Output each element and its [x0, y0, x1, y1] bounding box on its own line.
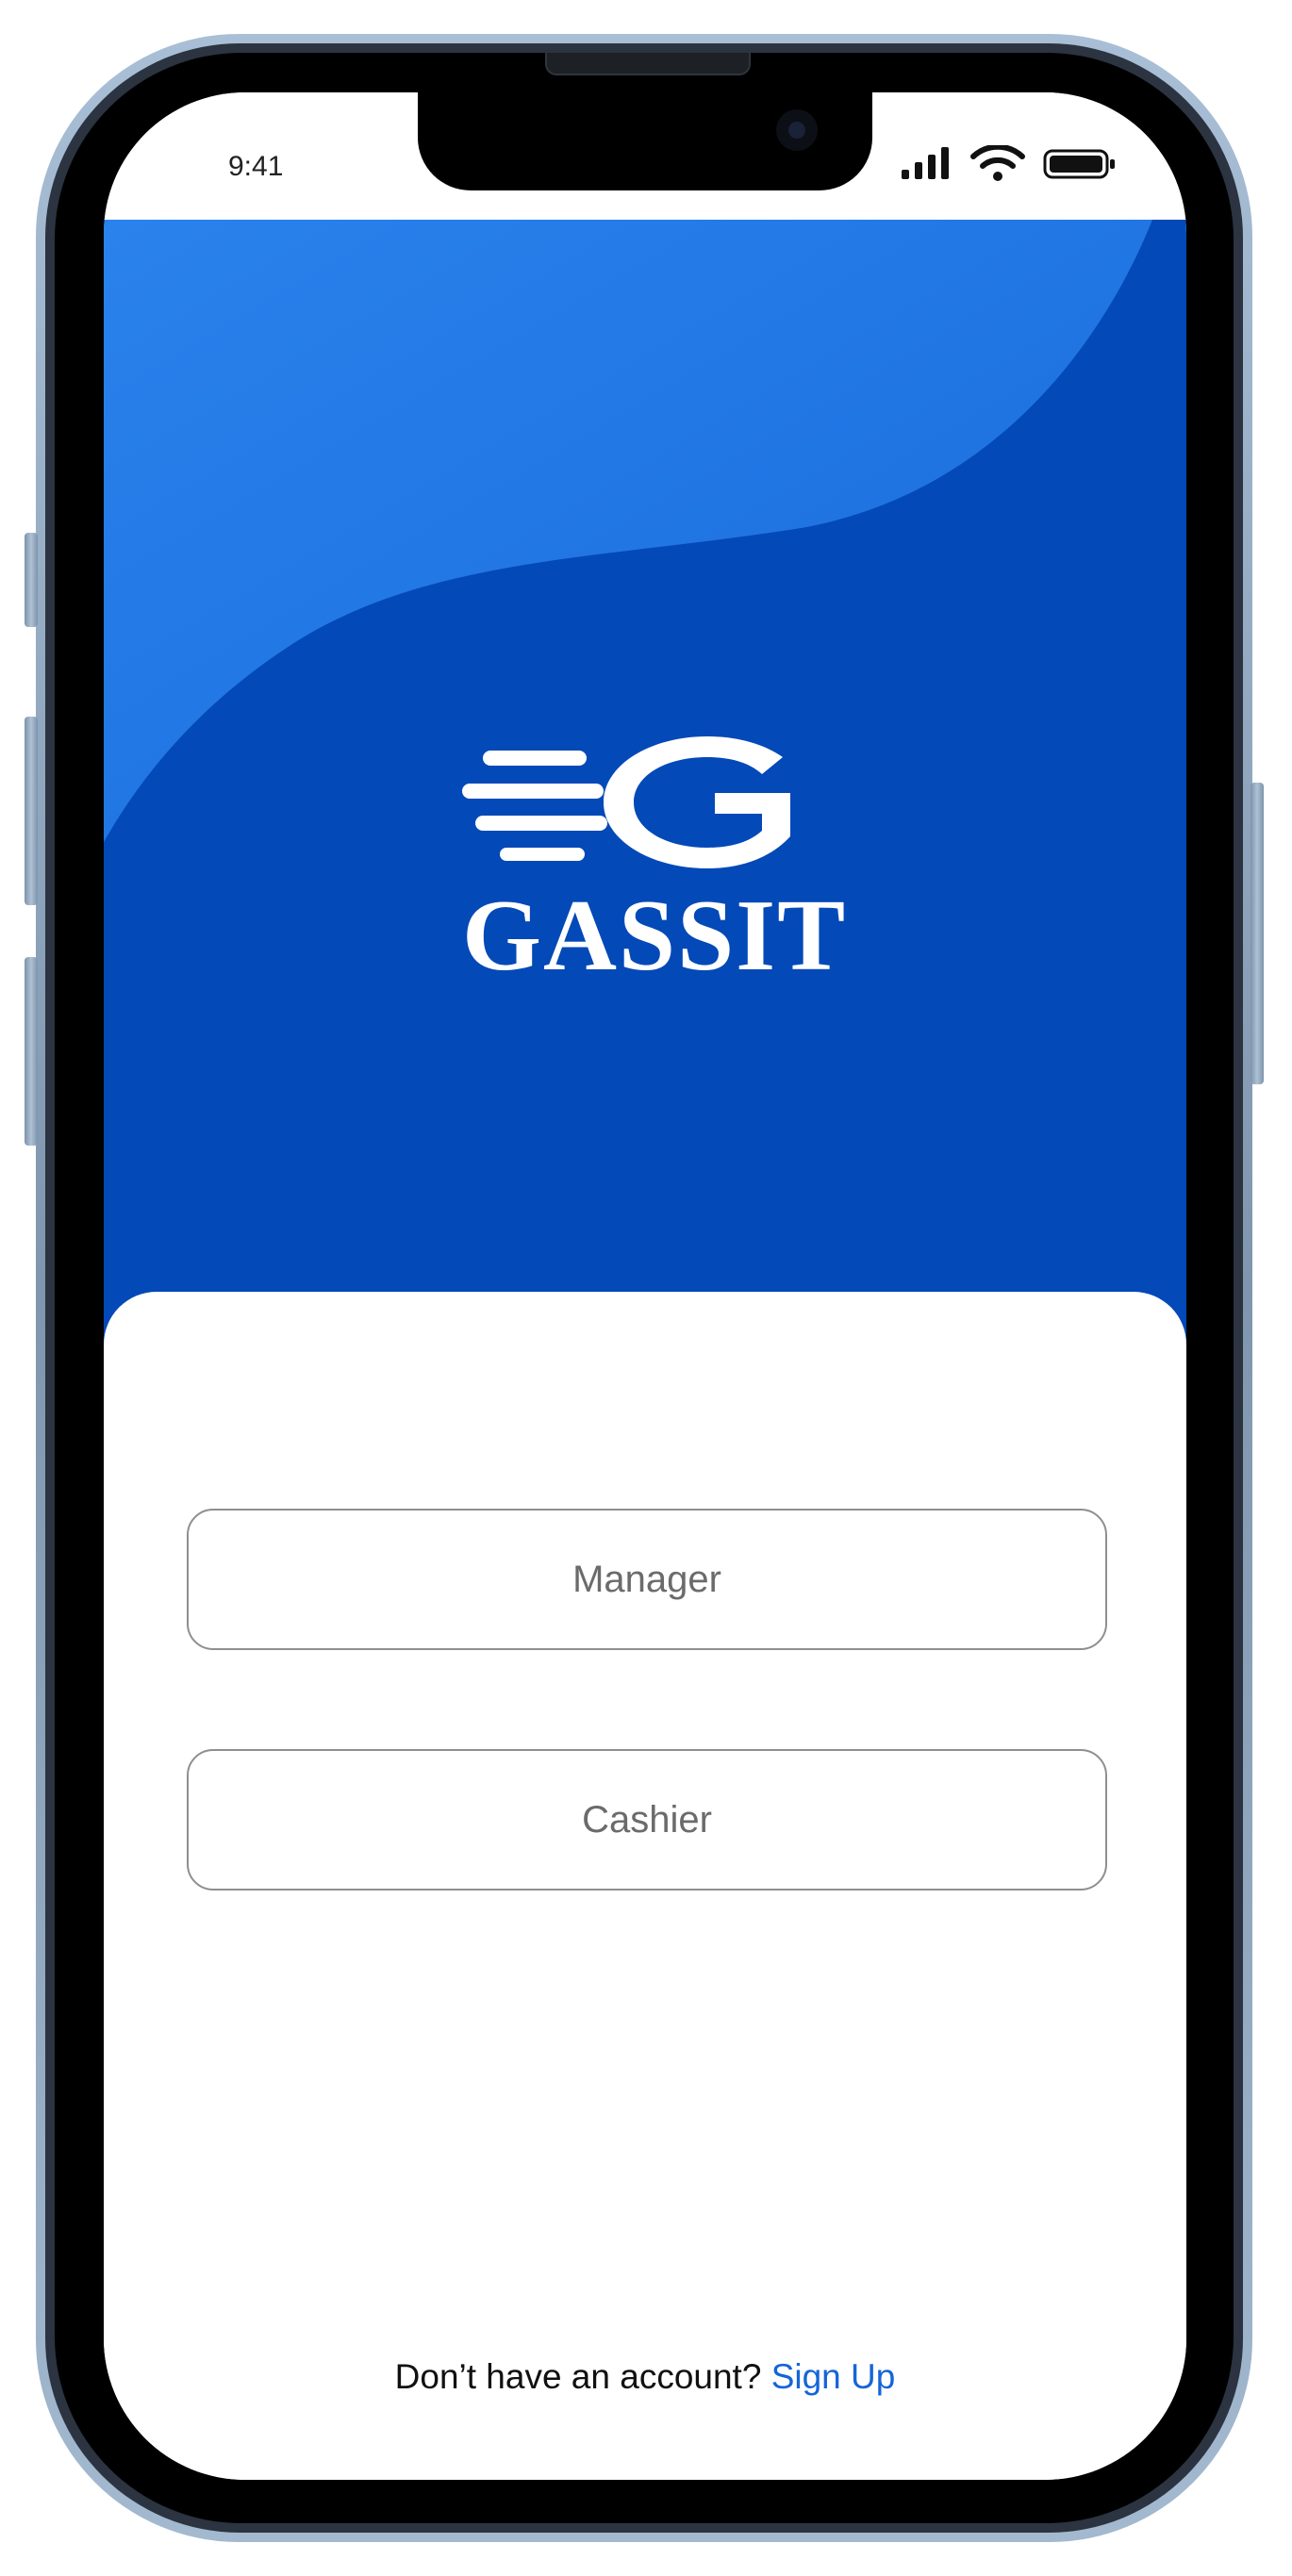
volume-down-button: [25, 957, 38, 1146]
status-bar: 9:41: [104, 92, 1186, 220]
role-card: Manager Cashier Don’t have an account? S…: [104, 1292, 1186, 2480]
power-button: [1251, 783, 1264, 1084]
app-screen: GASSIT 9:41 Manager Cashier Don’t have a…: [104, 92, 1186, 2480]
notch: [418, 92, 872, 190]
battery-icon: [1043, 149, 1115, 179]
brand-name: GASSIT: [462, 880, 848, 992]
page: GASSIT 9:41 Manager Cashier Don’t have a…: [0, 0, 1292, 2576]
cellular-signal-icon: [902, 147, 949, 179]
front-camera: [776, 109, 818, 151]
manager-button[interactable]: Manager: [187, 1509, 1107, 1650]
signup-prompt-text: Don’t have an account?: [394, 2357, 762, 2396]
cashier-button[interactable]: Cashier: [187, 1749, 1107, 1891]
hero-header: GASSIT: [104, 220, 1186, 1445]
manager-button-label: Manager: [572, 1558, 721, 1600]
signup-prompt: Don’t have an account? Sign Up: [104, 2357, 1186, 2397]
cashier-button-label: Cashier: [582, 1798, 712, 1841]
signup-link[interactable]: Sign Up: [771, 2357, 896, 2396]
speaker-grille: [545, 53, 751, 75]
volume-up-button: [25, 717, 38, 905]
mute-switch: [25, 533, 38, 627]
gassit-logo-icon: [462, 736, 790, 868]
status-icons: [896, 143, 1122, 183]
status-time: 9:41: [228, 151, 284, 182]
brand-logo: GASSIT: [462, 727, 848, 1029]
wifi-icon: [970, 143, 1025, 181]
